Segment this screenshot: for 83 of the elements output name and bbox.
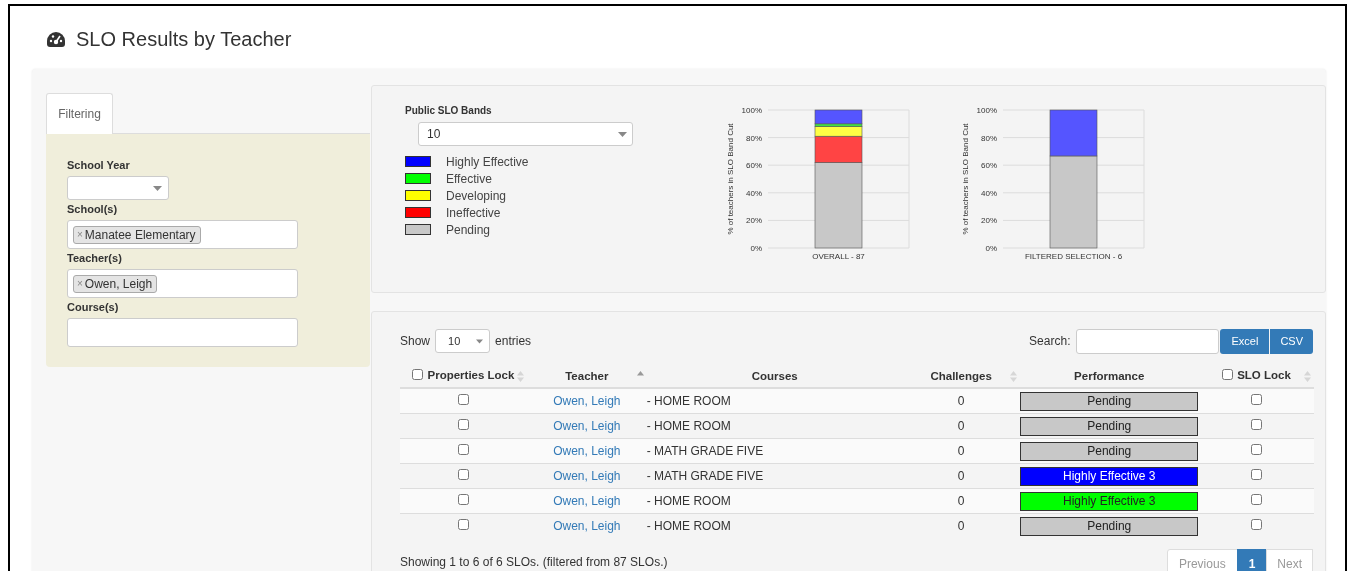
- caret-icon: [153, 186, 162, 191]
- tick-label: 40%: [746, 188, 762, 198]
- performance-badge: Pending: [1020, 416, 1199, 436]
- dashboard-gauge-icon: [46, 30, 66, 48]
- teacher-link[interactable]: Owen, Leigh: [553, 419, 621, 433]
- tick-label: 100%: [741, 106, 762, 115]
- teacher-link[interactable]: Owen, Leigh: [553, 469, 621, 483]
- performance-badge: Pending: [1020, 516, 1199, 536]
- table-cell: - HOME ROOM: [646, 419, 731, 433]
- legend-label: Developing: [446, 188, 507, 203]
- slo-lock-checkbox[interactable]: [1251, 419, 1262, 430]
- bands-select[interactable]: 10: [418, 122, 633, 146]
- show-label: Show: [400, 334, 431, 348]
- select-all-checkbox[interactable]: [1222, 369, 1234, 381]
- performance-badge: Pending: [1020, 441, 1199, 461]
- tick-label: 60%: [981, 161, 997, 171]
- slo-lock-checkbox[interactable]: [1251, 394, 1262, 405]
- export-button[interactable]: CSV: [1270, 328, 1313, 354]
- tick-label: 80%: [746, 133, 762, 143]
- legend-label: Effective: [446, 171, 492, 186]
- table-cell: 0: [957, 394, 965, 408]
- table-cell: 0: [957, 419, 965, 433]
- table-summary: Showing 1 to 6 of 6 SLOs. (filtered from 87 SLOs.): [400, 555, 668, 569]
- performance-badge: Highly Effective 3: [1020, 466, 1199, 486]
- axis-title: % of teachers in SLO Band Cut: [961, 123, 970, 235]
- table-cell: 0: [957, 519, 965, 533]
- axis-title: % of teachers in SLO Band Cut: [726, 123, 735, 235]
- field-label: School Year: [67, 159, 131, 171]
- legend-label: Pending: [446, 222, 491, 237]
- input-field[interactable]: × Manatee Elementary: [67, 220, 298, 249]
- field-label: School(s): [67, 203, 119, 215]
- tag-chip[interactable]: × Manatee Elementary: [73, 225, 201, 244]
- caret-icon: [618, 132, 627, 137]
- field-label: Course(s): [67, 301, 120, 313]
- category-label: OVERALL - 87: [812, 252, 865, 261]
- tag-chip[interactable]: × Owen, Leigh: [73, 274, 158, 293]
- table-cell: - HOME ROOM: [646, 494, 731, 508]
- legend-label: Ineffective: [446, 205, 501, 220]
- field-label: Public SLO Bands: [405, 105, 493, 116]
- tag-label: Owen, Leigh: [84, 276, 153, 291]
- search-label: Search:: [1029, 334, 1071, 348]
- select-all-checkbox[interactable]: [412, 369, 424, 381]
- table-cell: - HOME ROOM: [646, 394, 731, 408]
- slo-lock-checkbox[interactable]: [1251, 494, 1262, 505]
- search-field[interactable]: [1076, 328, 1220, 354]
- tick-label: 100%: [976, 106, 997, 115]
- page-size-select[interactable]: 10: [435, 329, 491, 353]
- slo-lock-checkbox[interactable]: [1251, 444, 1262, 455]
- tick-label: 60%: [746, 161, 762, 171]
- table-cell: 0: [957, 494, 965, 508]
- properties-lock-checkbox[interactable]: [457, 519, 469, 530]
- slo-lock-checkbox[interactable]: [1251, 469, 1262, 480]
- properties-lock-checkbox[interactable]: [457, 419, 469, 430]
- properties-lock-checkbox[interactable]: [457, 444, 469, 455]
- field-label: Teacher(s): [67, 252, 123, 264]
- input-field[interactable]: × Owen, Leigh: [67, 269, 298, 298]
- tick-label: 0%: [985, 244, 997, 253]
- tick-label: 40%: [981, 188, 997, 198]
- input-field[interactable]: [67, 318, 298, 347]
- tick-label: 20%: [746, 216, 762, 226]
- table-cell: - HOME ROOM: [646, 519, 731, 533]
- performance-badge: Highly Effective 3: [1020, 491, 1199, 511]
- properties-lock-checkbox[interactable]: [457, 469, 469, 480]
- tick-label: 80%: [981, 133, 997, 143]
- table-cell: - MATH GRADE FIVE: [646, 444, 764, 458]
- filtering-tab[interactable]: Filtering: [46, 93, 113, 134]
- properties-lock-checkbox[interactable]: [457, 494, 469, 505]
- performance-badge: Pending: [1020, 391, 1199, 411]
- teacher-link[interactable]: Owen, Leigh: [553, 519, 621, 533]
- table-cell: 0: [957, 469, 965, 483]
- caret-icon: [476, 339, 484, 344]
- tick-label: 20%: [981, 216, 997, 226]
- table-cell: - MATH GRADE FIVE: [646, 469, 764, 483]
- page-title: SLO Results by Teacher: [76, 27, 292, 51]
- legend-label: Highly Effective: [446, 154, 529, 169]
- properties-lock-checkbox[interactable]: [457, 394, 469, 405]
- category-label: FILTERED SELECTION - 6: [1024, 252, 1123, 261]
- export-button[interactable]: Excel: [1220, 328, 1270, 354]
- tick-label: 0%: [750, 244, 762, 253]
- table-cell: 0: [957, 444, 965, 458]
- tag-label: Manatee Elementary: [84, 227, 196, 242]
- slo-lock-checkbox[interactable]: [1251, 519, 1262, 530]
- entries-label: entries: [495, 334, 532, 348]
